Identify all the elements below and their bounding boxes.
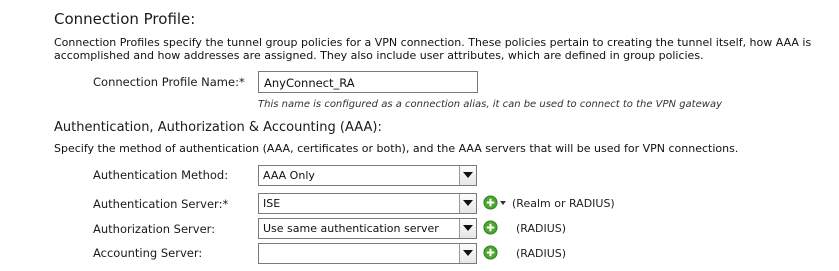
authz-server-value: Use same authentication server	[263, 222, 439, 235]
authz-server-select[interactable]: Use same authentication server	[258, 218, 477, 239]
connection-profile-name-label: Connection Profile Name:*	[93, 75, 245, 89]
add-icon	[483, 195, 498, 210]
chevron-down-icon[interactable]	[459, 219, 476, 238]
dropdown-arrow-icon	[500, 201, 506, 205]
auth-server-label: Authentication Server:*	[93, 197, 229, 211]
auth-method-select[interactable]: AAA Only	[258, 165, 477, 186]
add-server-button[interactable]	[483, 195, 506, 214]
auth-server-value: ISE	[263, 197, 281, 210]
add-authz-server-button[interactable]	[483, 220, 498, 239]
authz-server-note: (RADIUS)	[516, 222, 567, 235]
authz-server-label: Authorization Server:	[93, 222, 216, 236]
chevron-down-icon[interactable]	[459, 194, 476, 213]
add-acct-server-button[interactable]	[483, 245, 498, 264]
connection-profile-description-line2: accomplished and how addresses are assig…	[54, 49, 704, 62]
auth-method-label: Authentication Method:	[93, 168, 229, 182]
add-icon	[483, 220, 498, 235]
acct-server-note: (RADIUS)	[516, 247, 567, 260]
aaa-description: Specify the method of authentication (AA…	[54, 142, 739, 155]
acct-server-label: Accounting Server:	[93, 246, 203, 260]
aaa-heading: Authentication, Authorization & Accounti…	[54, 120, 382, 135]
connection-profile-name-hint: This name is configured as a connection …	[258, 99, 722, 110]
chevron-down-icon[interactable]	[459, 244, 476, 263]
auth-server-note: (Realm or RADIUS)	[512, 197, 615, 210]
connection-profile-name-input[interactable]: AnyConnect_RA	[258, 71, 478, 93]
add-icon	[483, 245, 498, 260]
auth-server-select[interactable]: ISE	[258, 193, 477, 214]
connection-profile-description-line1: Connection Profiles specify the tunnel g…	[54, 36, 812, 49]
connection-profile-heading: Connection Profile:	[54, 10, 196, 28]
auth-method-value: AAA Only	[263, 169, 315, 182]
chevron-down-icon[interactable]	[459, 166, 476, 185]
acct-server-select[interactable]	[258, 243, 477, 264]
